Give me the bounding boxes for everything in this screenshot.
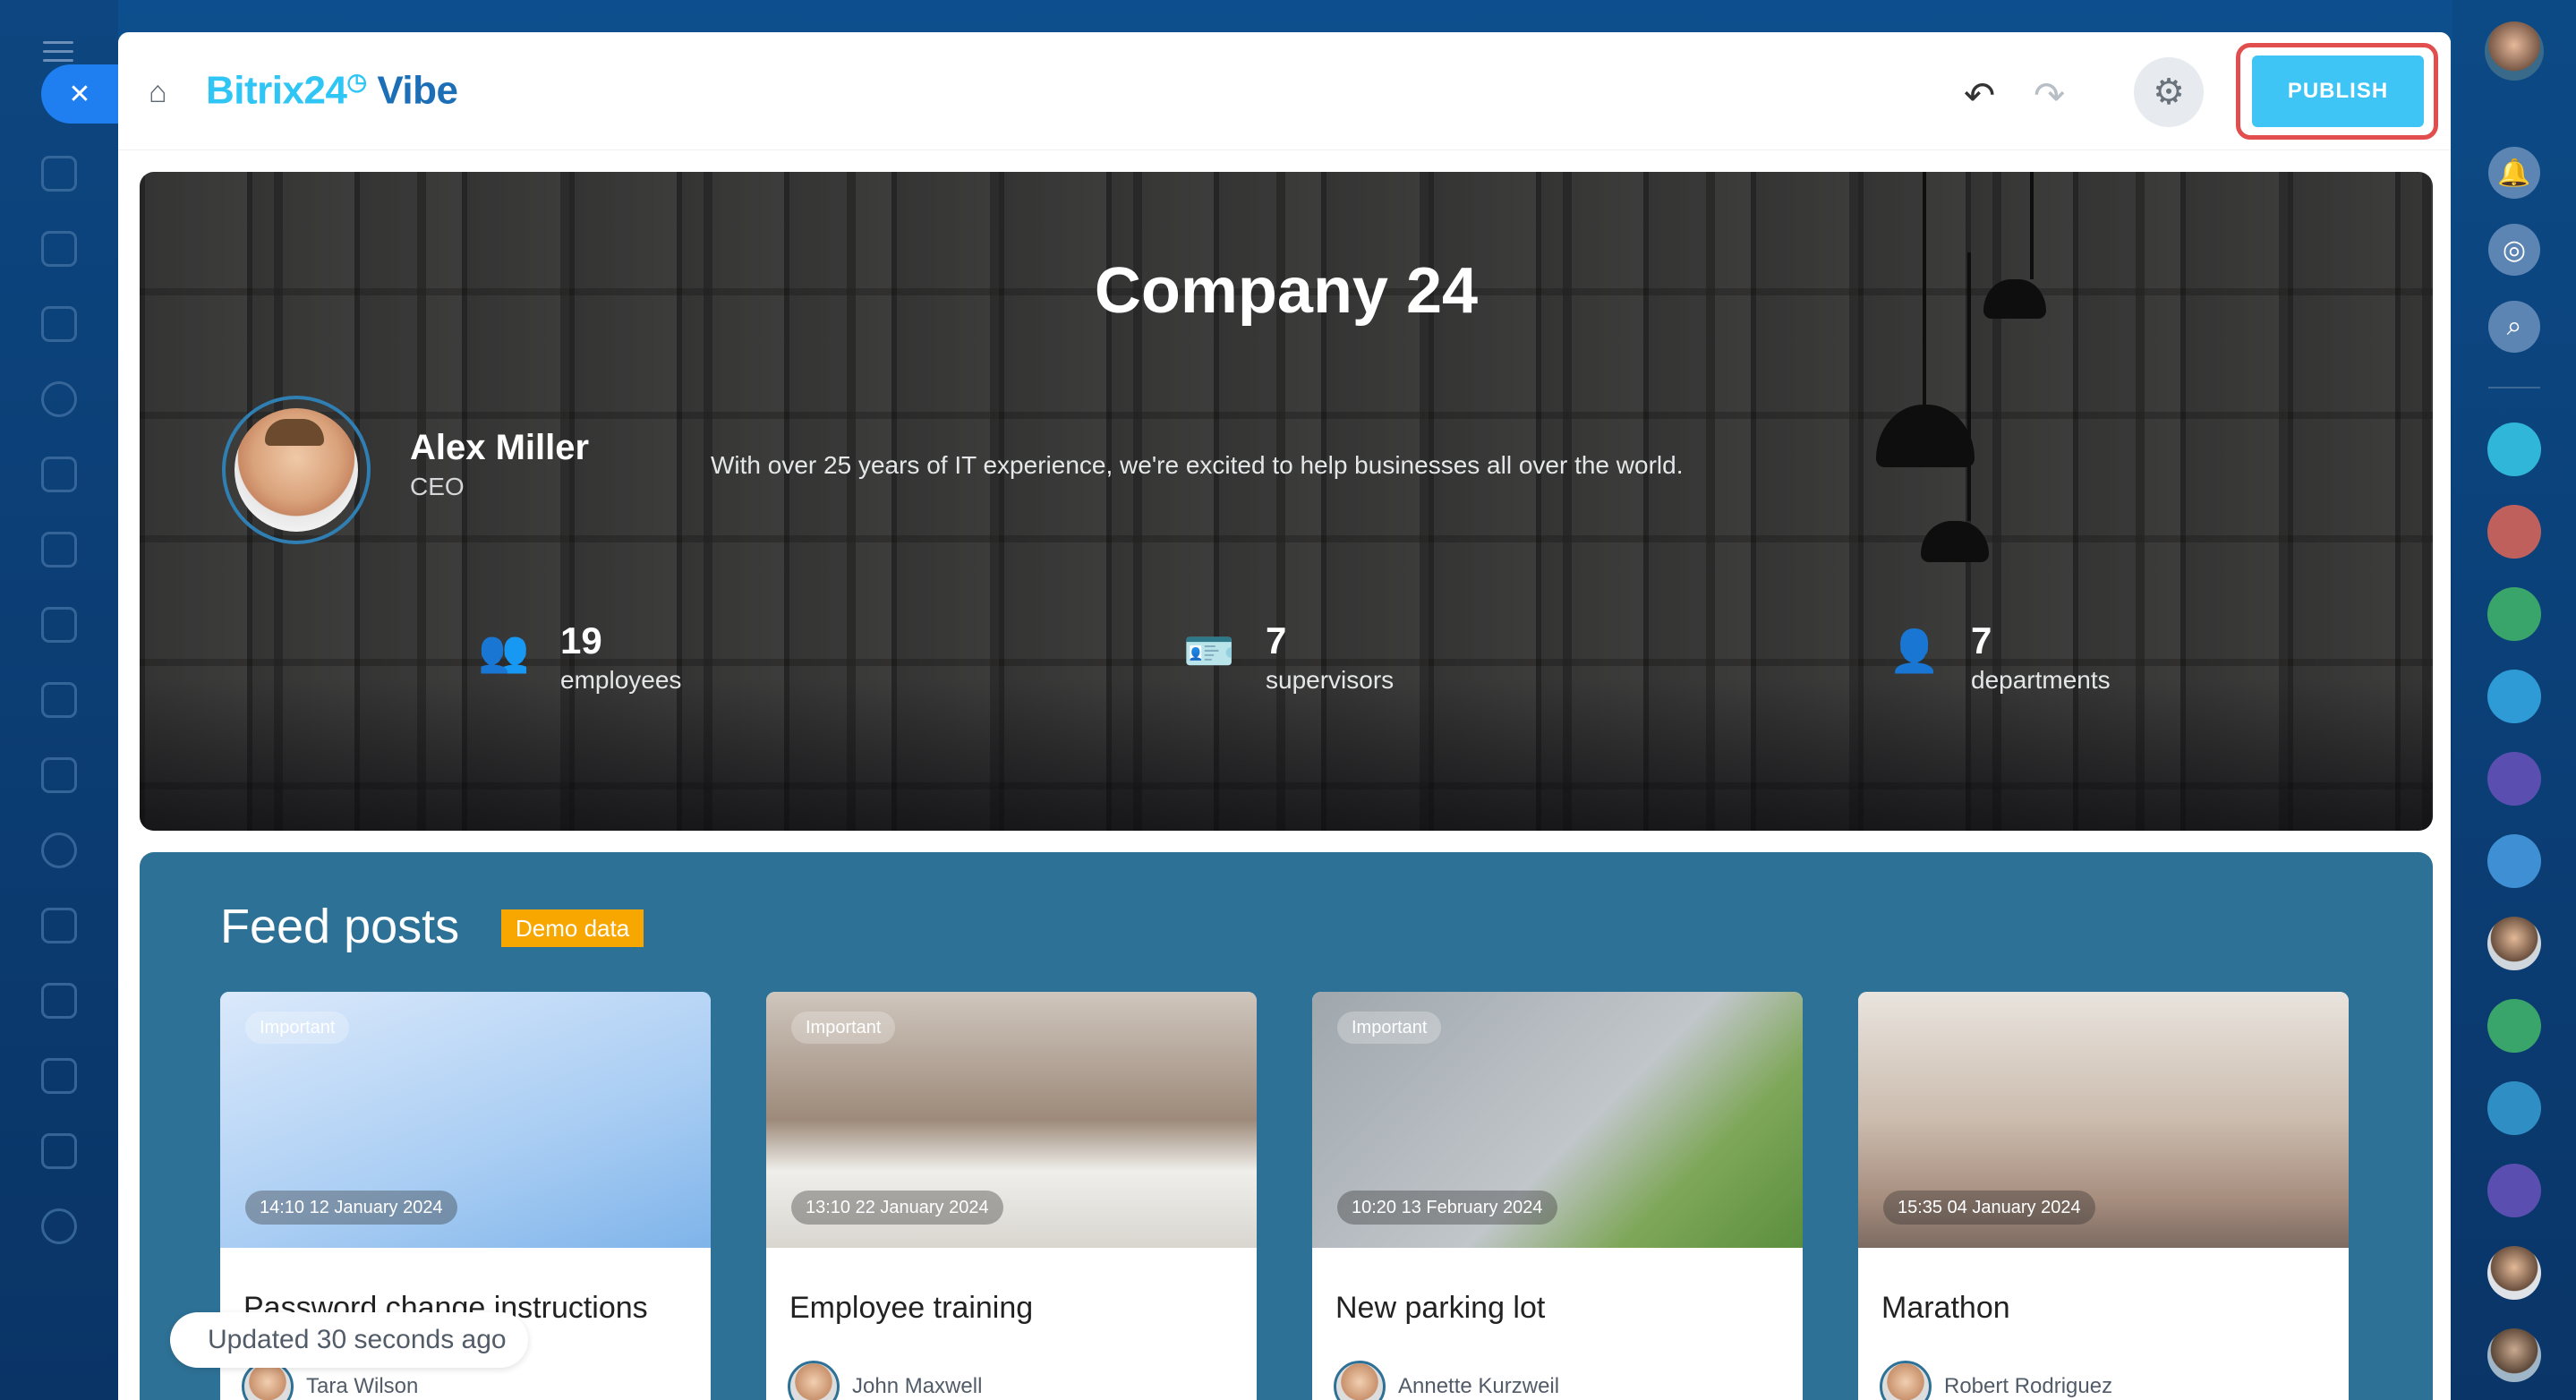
demo-data-badge: Demo data	[501, 909, 644, 947]
search-chat-icon[interactable]: ⌕	[2488, 301, 2540, 353]
left-sidebar	[0, 0, 118, 1400]
ceo-name: Alex Miller	[410, 428, 590, 467]
ceo-avatar	[222, 396, 371, 544]
brand-logo: Bitrix24◷ Vibe	[206, 68, 458, 113]
sidebar-item-board-icon[interactable]	[41, 607, 77, 643]
sidebar-item-calendar-icon[interactable]	[41, 457, 77, 492]
company-title: Company 24	[1094, 255, 1479, 327]
hamburger-menu-icon[interactable]	[43, 41, 73, 63]
feed-post-card[interactable]: Important 13:10 22 January 2024 Employee…	[766, 992, 1257, 1400]
post-title[interactable]: Marathon	[1881, 1291, 2010, 1326]
important-badge: Important	[245, 1012, 350, 1044]
ceo-role: CEO	[410, 473, 465, 500]
home-icon[interactable]: ⌂	[149, 77, 179, 107]
right-sidebar: 🔔 ◎ ⌕	[2452, 0, 2576, 1400]
vibe-editor-window: ⌂ Bitrix24◷ Vibe ↶ ↷ ⚙ PUBLISH Company 2…	[118, 32, 2451, 1400]
notifications-bell-icon[interactable]: 🔔	[2488, 147, 2540, 199]
sidebar-item-drive-icon[interactable]	[41, 682, 77, 718]
post-author: Robert Rodriguez	[1880, 1361, 2112, 1400]
company-hero-widget[interactable]: Company 24 Alex Miller CEO With over 25 …	[140, 172, 2433, 831]
sidebar-item-hex-icon[interactable]	[41, 381, 77, 417]
chat-bubbles-icon[interactable]	[2487, 423, 2541, 476]
important-badge: Important	[791, 1012, 896, 1044]
task-chat-icon[interactable]	[2487, 1164, 2541, 1217]
sidebar-item-chat-icon[interactable]	[41, 231, 77, 267]
important-badge: Important	[1337, 1012, 1442, 1044]
close-editor-button[interactable]: ✕	[41, 64, 118, 124]
sidebar-item-stream-icon[interactable]	[41, 156, 77, 192]
hero-floor-shade	[140, 679, 2433, 831]
gear-icon: ⚙	[2153, 73, 2185, 112]
sidebar-item-filter-icon[interactable]	[41, 983, 77, 1019]
sidebar-item-shop-icon[interactable]	[41, 1133, 77, 1169]
sidebar-item-mail-icon[interactable]	[41, 757, 77, 793]
group-chat-icon[interactable]	[2487, 670, 2541, 723]
feed-post-card[interactable]: Important 10:20 13 February 2024 New par…	[1312, 992, 1803, 1400]
author-avatar	[1334, 1361, 1386, 1400]
sidebar-item-tasks-icon[interactable]	[41, 908, 77, 943]
sidebar-item-grid-icon[interactable]	[41, 1058, 77, 1094]
contact-avatar[interactable]	[2487, 1246, 2541, 1300]
autosave-status: Updated 30 seconds ago	[170, 1312, 528, 1368]
sidebar-item-check-icon[interactable]	[41, 1208, 77, 1244]
publish-button[interactable]: PUBLISH	[2252, 55, 2424, 127]
feed-title: Feed posts	[220, 900, 460, 953]
author-avatar	[788, 1361, 840, 1400]
id-card-icon: 🪪	[1183, 627, 1235, 674]
target-icon[interactable]: ◎	[2488, 224, 2540, 276]
post-author: Annette Kurzweil	[1334, 1361, 1559, 1400]
close-icon: ✕	[68, 79, 91, 109]
task-chat-icon[interactable]	[2487, 834, 2541, 888]
sidebar-item-contacts-icon[interactable]	[41, 832, 77, 868]
company-description: With over 25 years of IT experience, we'…	[711, 451, 1684, 479]
task-chat-icon[interactable]	[2487, 1081, 2541, 1135]
group-chat-icon[interactable]	[2487, 505, 2541, 559]
user-avatar[interactable]	[2485, 21, 2544, 81]
sidebar-item-feed-icon[interactable]	[41, 306, 77, 342]
editor-toolbar: ⌂ Bitrix24◷ Vibe ↶ ↷ ⚙ PUBLISH	[118, 32, 2451, 150]
contact-avatar[interactable]	[2487, 1328, 2541, 1382]
contact-avatar[interactable]	[2487, 917, 2541, 970]
post-date: 14:10 12 January 2024	[245, 1191, 457, 1225]
settings-button[interactable]: ⚙	[2134, 57, 2204, 127]
post-author: John Maxwell	[788, 1361, 982, 1400]
user-tie-icon: 👤	[1889, 627, 1941, 674]
post-date: 13:10 22 January 2024	[791, 1191, 1003, 1225]
people-icon: 👥	[478, 627, 530, 674]
redo-icon[interactable]: ↷	[2034, 73, 2078, 118]
feed-post-card[interactable]: 15:35 04 January 2024 Marathon Robert Ro…	[1858, 992, 2349, 1400]
sidebar-item-docs-icon[interactable]	[41, 532, 77, 568]
post-title[interactable]: New parking lot	[1335, 1291, 1545, 1326]
undo-icon[interactable]: ↶	[1964, 73, 2009, 118]
post-title[interactable]: Employee training	[789, 1291, 1033, 1326]
post-date: 10:20 13 February 2024	[1337, 1191, 1557, 1225]
author-avatar	[1880, 1361, 1932, 1400]
group-chat-icon[interactable]	[2487, 587, 2541, 641]
right-rail-divider	[2488, 387, 2540, 388]
copilot-icon[interactable]	[2487, 752, 2541, 806]
post-date: 15:35 04 January 2024	[1883, 1191, 2095, 1225]
task-chat-icon[interactable]	[2487, 999, 2541, 1053]
